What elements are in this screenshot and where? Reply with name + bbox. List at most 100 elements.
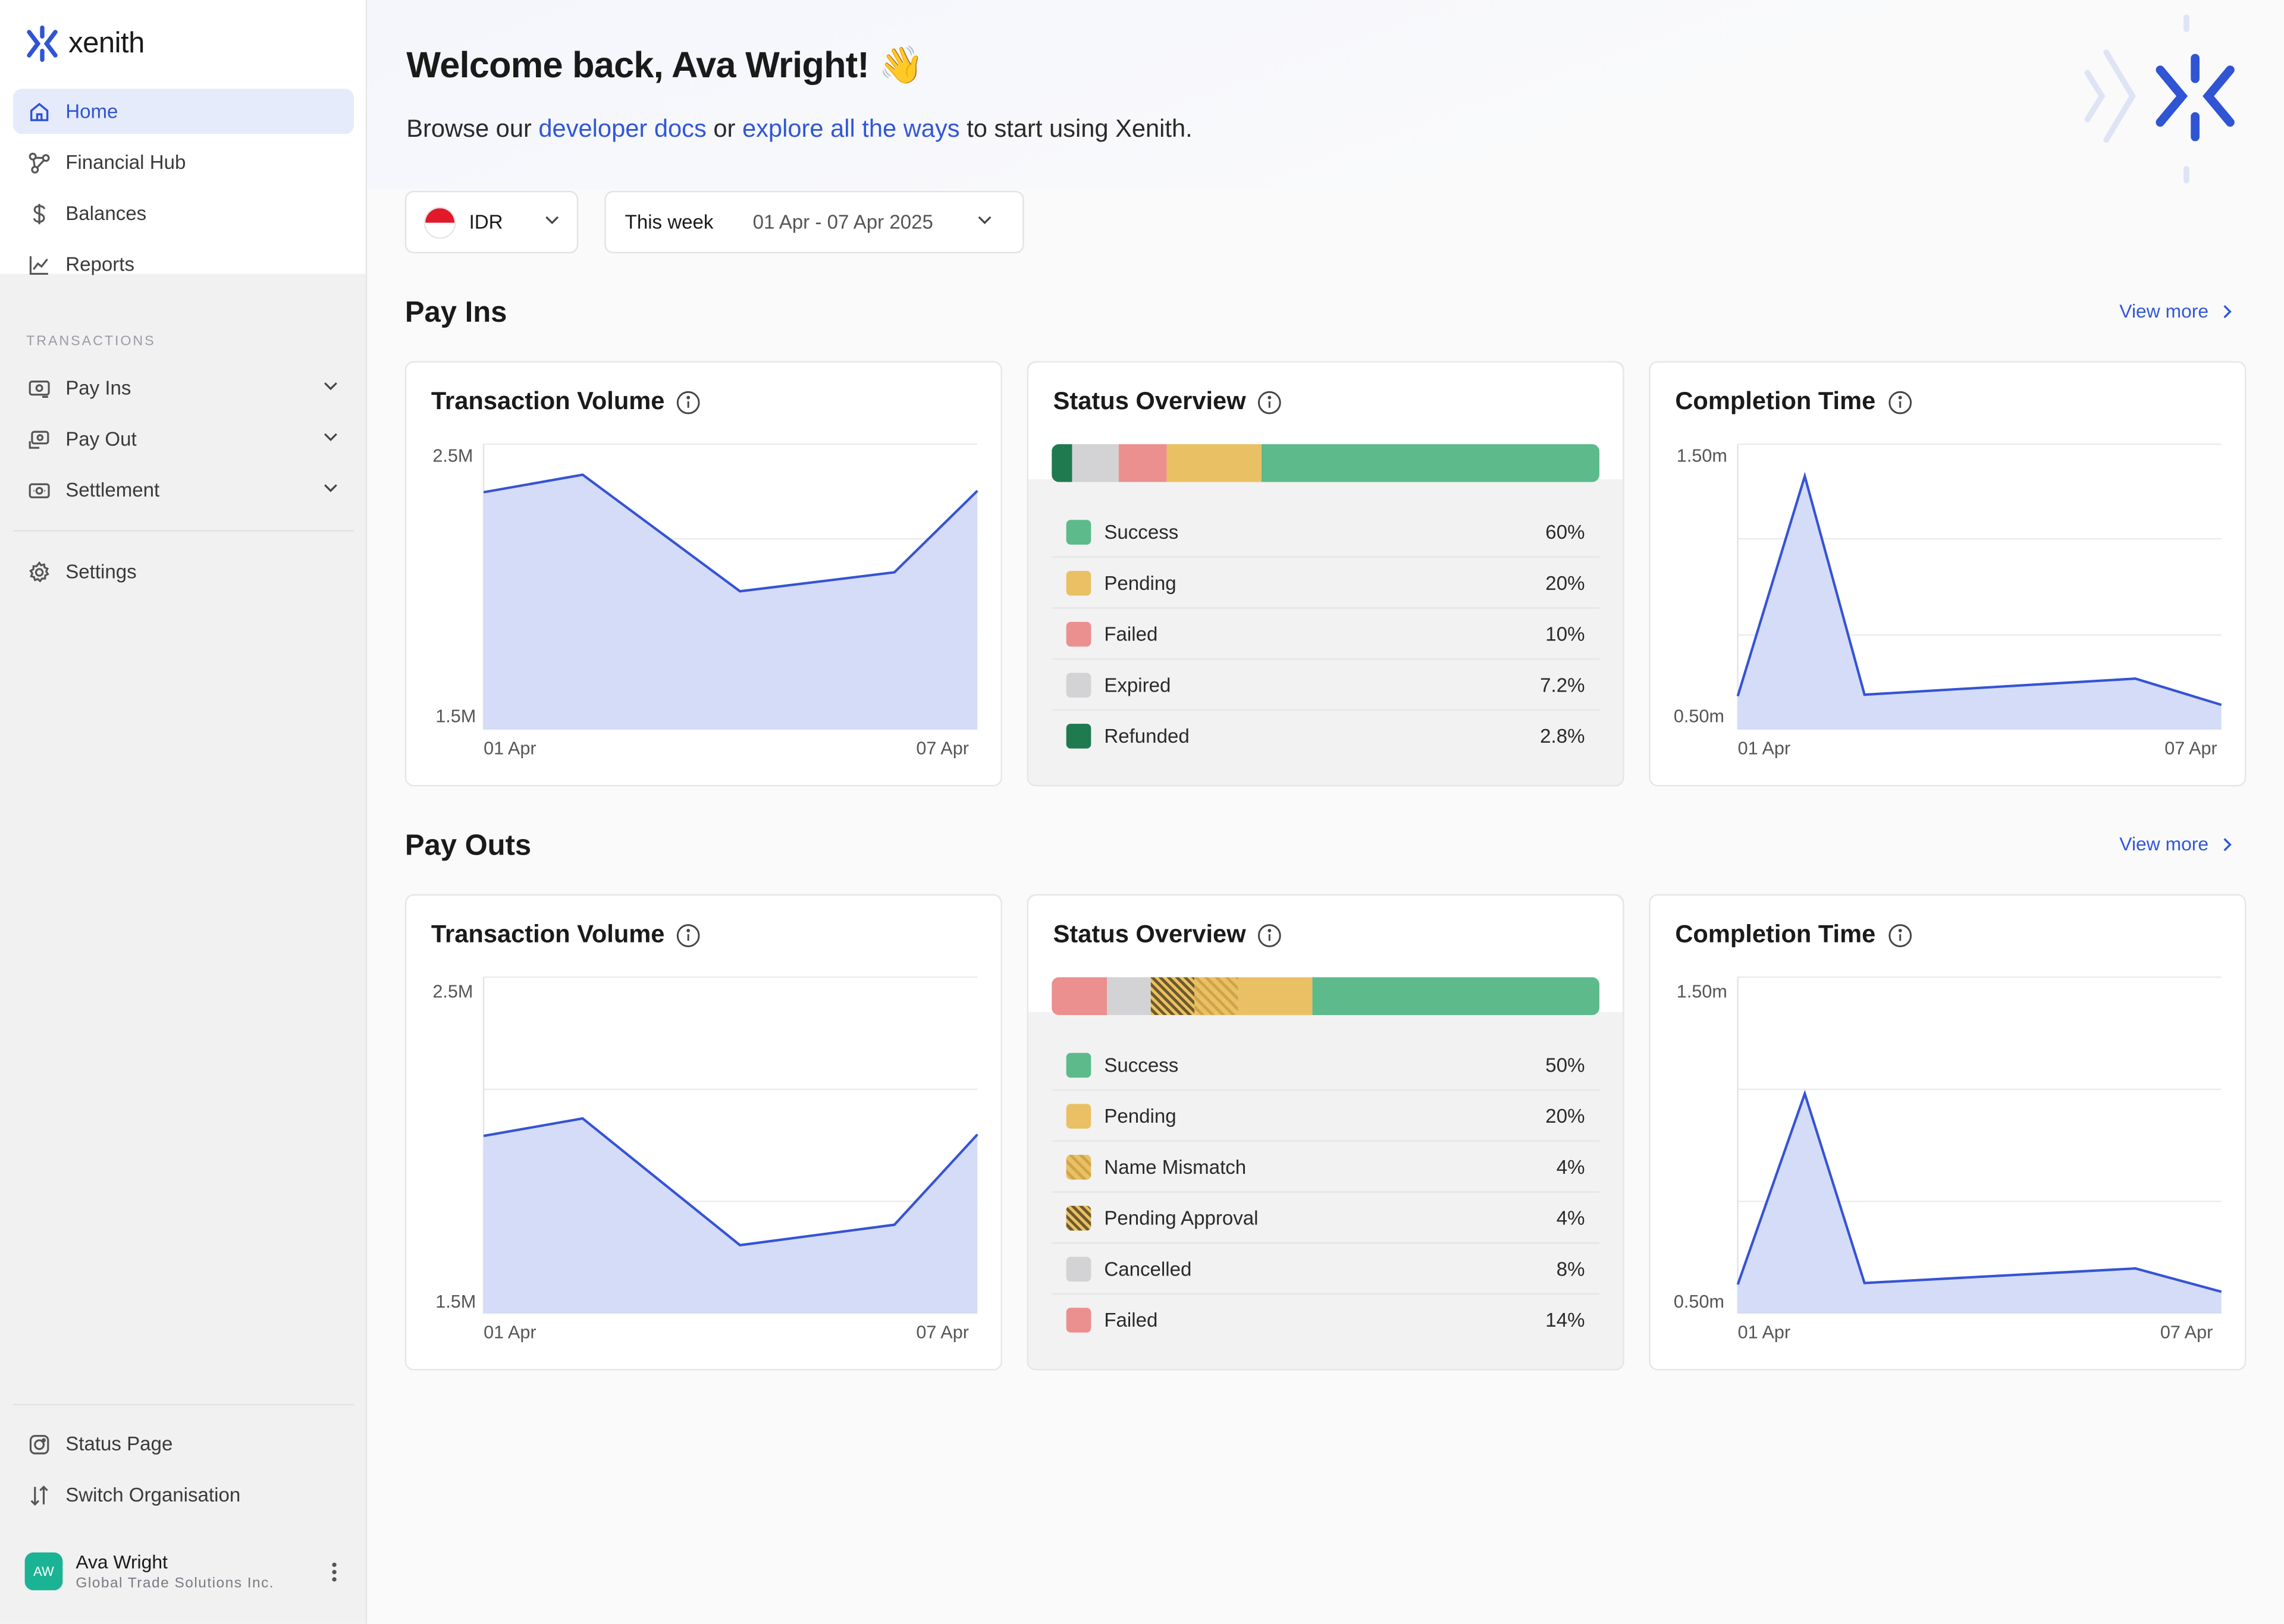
subtitle-suffix: to start using Xenith. bbox=[959, 115, 1193, 143]
status-row: Success 60% bbox=[1052, 507, 1600, 558]
sidebar-item-label: Status Page bbox=[65, 1433, 173, 1455]
pay-ins-view-more-link[interactable]: View more bbox=[2119, 300, 2235, 322]
x-tick-label: 01 Apr bbox=[484, 1323, 537, 1343]
page-title: Welcome back, Ava Wright! 👋 bbox=[406, 45, 924, 86]
currency-value: IDR bbox=[469, 211, 503, 233]
date-range-select[interactable]: This week 01 Apr - 07 Apr 2025 bbox=[604, 190, 1024, 254]
sidebar-item-settlement[interactable]: Settlement bbox=[13, 467, 354, 513]
pay-ins-volume-card: Transaction Volume 2.5M 1.5M 01 Apr 07 A… bbox=[404, 361, 1002, 787]
status-label: Refunded bbox=[1104, 725, 1190, 747]
app-logo[interactable]: xenith bbox=[25, 25, 145, 63]
sidebar-divider bbox=[13, 530, 354, 532]
legend-swatch bbox=[1066, 1256, 1091, 1281]
legend-swatch bbox=[1066, 1103, 1091, 1128]
status-icon bbox=[26, 1431, 52, 1457]
y-tick-label: 1.50m bbox=[1677, 982, 1727, 1002]
status-label: Failed bbox=[1104, 1309, 1158, 1331]
x-tick-label: 01 Apr bbox=[484, 739, 537, 759]
bar-segment-pending bbox=[1238, 977, 1312, 1015]
settings-nav: Settings bbox=[13, 549, 354, 600]
sidebar-item-home[interactable]: Home bbox=[13, 89, 354, 134]
legend-swatch bbox=[1066, 570, 1091, 595]
status-percent: 10% bbox=[1545, 622, 1585, 645]
status-percent: 14% bbox=[1545, 1309, 1585, 1331]
avatar: AW bbox=[24, 1552, 63, 1591]
developer-docs-link[interactable]: developer docs bbox=[538, 115, 706, 143]
home-icon bbox=[26, 98, 52, 124]
sidebar-item-label: Reports bbox=[65, 253, 134, 275]
bar-segment-pending bbox=[1166, 444, 1262, 482]
sidebar-item-settings[interactable]: Settings bbox=[13, 549, 354, 594]
status-label: Expired bbox=[1104, 673, 1171, 696]
status-percent: 2.8% bbox=[1540, 725, 1585, 747]
sidebar-item-switch-organisation[interactable]: Switch Organisation bbox=[13, 1472, 354, 1518]
status-percent: 4% bbox=[1556, 1155, 1585, 1178]
user-profile[interactable]: AW Ava Wright Global Trade Solutions Inc… bbox=[24, 1547, 349, 1596]
status-row: Name Mismatch 4% bbox=[1052, 1142, 1600, 1193]
profile-text: Ava Wright Global Trade Solutions Inc. bbox=[76, 1551, 274, 1592]
x-tick-label: 07 Apr bbox=[916, 1323, 969, 1343]
legend-swatch bbox=[1066, 1052, 1091, 1078]
section-label-transactions: TRANSACTIONS bbox=[26, 333, 156, 350]
bar-segment-failed bbox=[1118, 444, 1167, 482]
area-fill bbox=[1737, 476, 2222, 730]
sidebar: xenith Home Financial Hub Balances Repor… bbox=[0, 0, 368, 1624]
status-row: Success 50% bbox=[1052, 1040, 1600, 1091]
pay-ins-volume-chart: 2.5M 1.5M 01 Apr 07 Apr bbox=[432, 443, 978, 759]
profile-org: Global Trade Solutions Inc. bbox=[76, 1575, 275, 1592]
y-tick-label: 0.50m bbox=[1674, 1292, 1724, 1312]
more-options-icon[interactable] bbox=[332, 1562, 337, 1581]
legend-swatch bbox=[1066, 1154, 1091, 1179]
pay-ins-status-card: Status Overview Success 60% Pending 20% Fa… bbox=[1027, 361, 1624, 787]
sidebar-item-reports[interactable]: Reports bbox=[13, 242, 354, 287]
info-icon[interactable] bbox=[1257, 922, 1282, 947]
cash-icon bbox=[26, 477, 52, 503]
sidebar-item-status-page[interactable]: Status Page bbox=[13, 1421, 354, 1466]
primary-nav: Home Financial Hub Balances Reports bbox=[13, 89, 354, 293]
currency-select[interactable]: IDR bbox=[404, 190, 579, 254]
status-label: Success bbox=[1104, 1053, 1179, 1076]
chart-line-icon bbox=[26, 251, 52, 277]
period-value: This week bbox=[625, 211, 714, 233]
sidebar-item-label: Pay Ins bbox=[65, 377, 131, 400]
info-icon[interactable] bbox=[1257, 389, 1282, 414]
y-tick-label: 0.50m bbox=[1674, 706, 1724, 727]
bar-segment-expired bbox=[1071, 444, 1119, 482]
x-tick-label: 07 Apr bbox=[2160, 1323, 2213, 1343]
network-icon bbox=[26, 149, 52, 175]
dollar-icon bbox=[26, 200, 52, 227]
view-more-label: View more bbox=[2119, 833, 2209, 855]
y-tick-label: 1.5M bbox=[435, 706, 476, 727]
sidebar-item-pay-out[interactable]: Pay Out bbox=[13, 416, 354, 461]
view-more-label: View more bbox=[2119, 300, 2209, 322]
profile-name: Ava Wright bbox=[76, 1551, 168, 1573]
section-title-pay-ins: Pay Ins bbox=[404, 297, 507, 329]
x-tick-label: 01 Apr bbox=[1738, 1323, 1791, 1343]
transactions-nav: Pay Ins Pay Out Settlement bbox=[13, 366, 354, 519]
xenith-logo-icon bbox=[27, 25, 58, 62]
sidebar-item-label: Home bbox=[65, 100, 118, 122]
sidebar-item-balances[interactable]: Balances bbox=[13, 191, 354, 236]
card-title: Status Overview bbox=[1053, 387, 1282, 416]
sidebar-item-pay-ins[interactable]: Pay Ins bbox=[13, 366, 354, 411]
pay-outs-view-more-link[interactable]: View more bbox=[2119, 833, 2235, 855]
app-name: xenith bbox=[68, 27, 145, 59]
status-label: Success bbox=[1104, 520, 1179, 543]
chevron-down-icon bbox=[543, 211, 560, 233]
chevron-down-icon[interactable] bbox=[322, 377, 339, 399]
chevron-down-icon[interactable] bbox=[322, 428, 339, 450]
status-row: Pending 20% bbox=[1052, 1091, 1600, 1142]
chevron-down-icon[interactable] bbox=[322, 479, 339, 501]
indonesia-flag-icon bbox=[423, 206, 456, 238]
x-tick-label: 07 Apr bbox=[916, 739, 969, 759]
sidebar-item-financial-hub[interactable]: Financial Hub bbox=[13, 140, 354, 185]
status-percent: 50% bbox=[1545, 1053, 1585, 1076]
payout-icon bbox=[26, 426, 52, 452]
sidebar-item-label: Settlement bbox=[65, 479, 160, 501]
status-percent: 8% bbox=[1556, 1257, 1585, 1280]
main-content: Welcome back, Ava Wright! 👋 Browse our d… bbox=[367, 0, 2284, 1624]
status-percent: 20% bbox=[1545, 571, 1585, 593]
explore-ways-link[interactable]: explore all the ways bbox=[742, 115, 960, 143]
bar-segment-refunded bbox=[1052, 444, 1072, 482]
pay-ins-completion-chart: 1.50m 0.50m 01 Apr 07 Apr bbox=[1674, 443, 2222, 759]
